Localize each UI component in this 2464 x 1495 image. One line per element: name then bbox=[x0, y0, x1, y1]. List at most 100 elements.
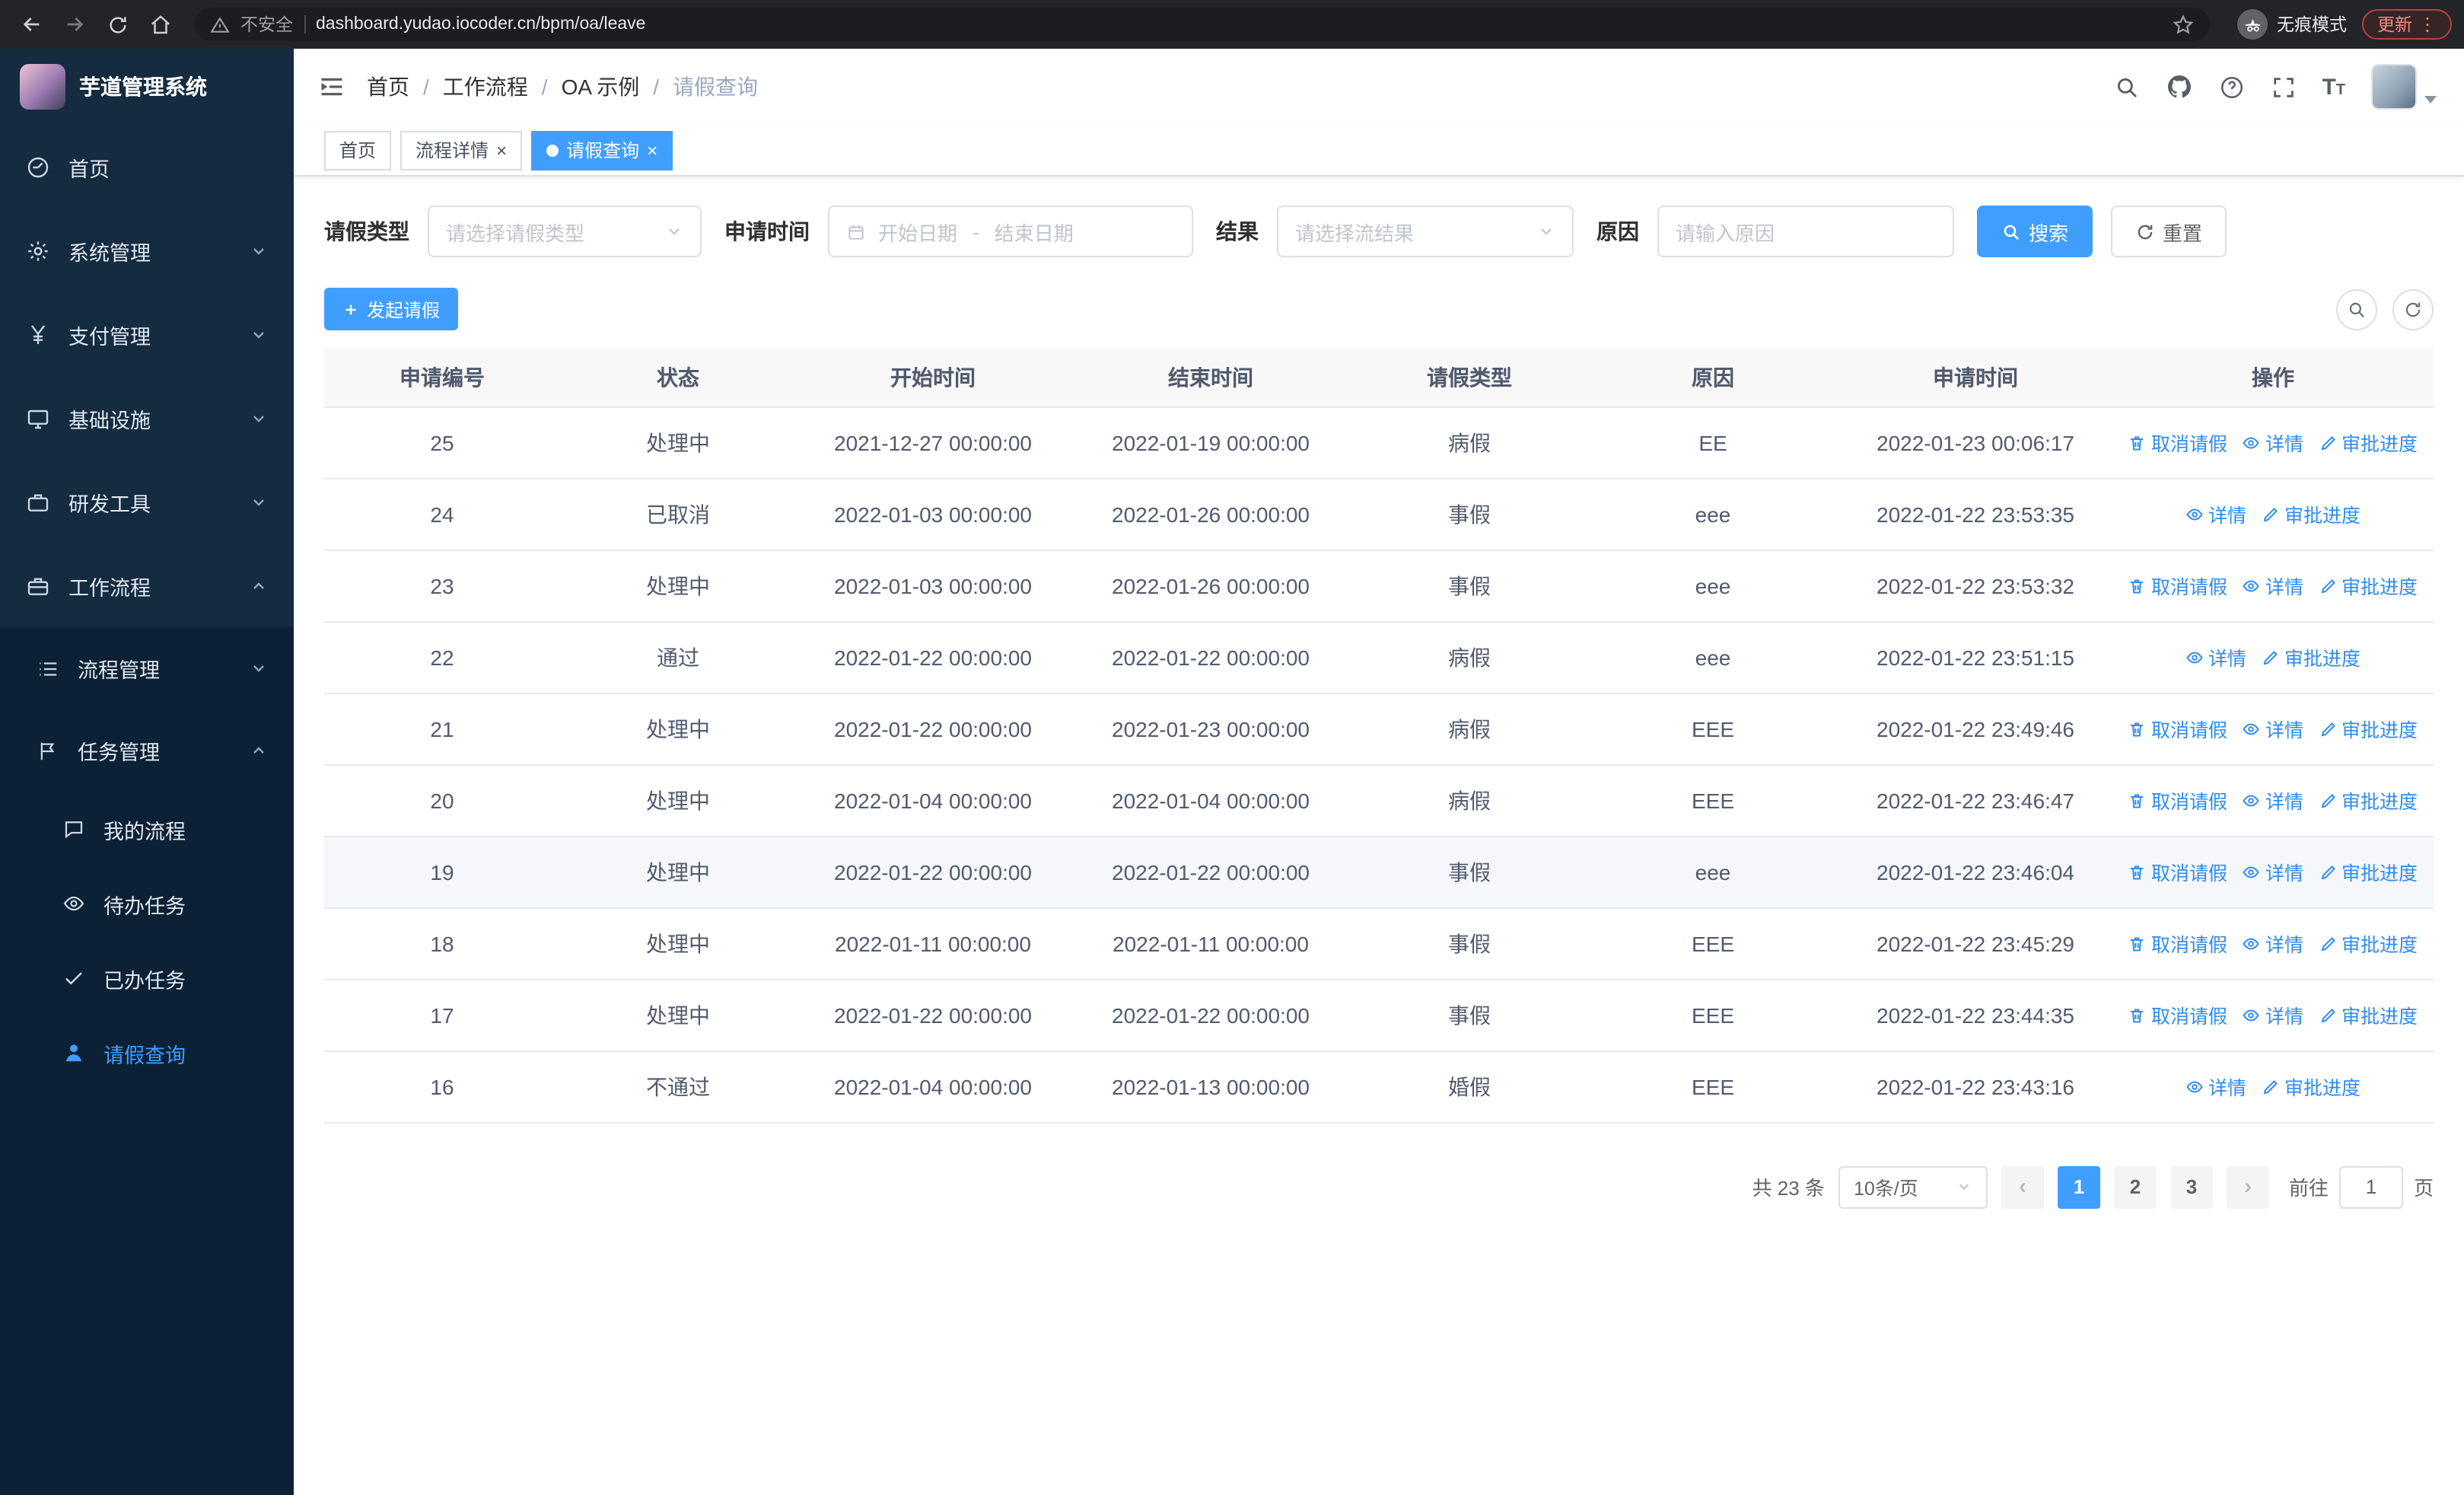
cell-applied: 2022-01-22 23:44:35 bbox=[1838, 979, 2112, 1051]
page-button-3[interactable]: 3 bbox=[2170, 1165, 2213, 1208]
goto-page-input[interactable] bbox=[2338, 1165, 2403, 1208]
progress-action-link[interactable]: 审批进度 bbox=[2319, 857, 2418, 886]
bookmark-star-icon[interactable] bbox=[2172, 13, 2195, 36]
cancel-action-link[interactable]: 取消请假 bbox=[2128, 929, 2227, 958]
reason-input[interactable]: 请输入原因 bbox=[1657, 206, 1954, 257]
sidebar-item-system[interactable]: 系统管理 bbox=[0, 209, 294, 292]
breadcrumb-item[interactable]: 首页 bbox=[367, 72, 409, 102]
cell-actions: 取消请假 详情 审批进度 bbox=[2112, 550, 2434, 622]
detail-action-link[interactable]: 详情 bbox=[2243, 714, 2303, 743]
cell-applied: 2022-01-22 23:45:29 bbox=[1838, 907, 2112, 980]
result-select[interactable]: 请选择流结果 bbox=[1277, 206, 1574, 257]
tab-leave-query[interactable]: 请假查询 × bbox=[531, 130, 673, 170]
cancel-action-link[interactable]: 取消请假 bbox=[2128, 1000, 2227, 1029]
detail-action-link[interactable]: 详情 bbox=[2243, 1000, 2303, 1029]
cell-end: 2022-01-22 00:00:00 bbox=[1070, 979, 1351, 1051]
progress-action-link[interactable]: 审批进度 bbox=[2319, 1000, 2418, 1029]
sidebar-item-todo-tasks[interactable]: 待办任务 bbox=[0, 866, 294, 941]
detail-action-link[interactable]: 详情 bbox=[2243, 929, 2303, 958]
progress-action-link[interactable]: 审批进度 bbox=[2262, 1072, 2361, 1101]
create-leave-button[interactable]: 发起请假 bbox=[324, 288, 459, 330]
github-icon[interactable] bbox=[2165, 73, 2192, 100]
cancel-action-link[interactable]: 取消请假 bbox=[2128, 571, 2227, 600]
close-icon[interactable]: × bbox=[496, 141, 507, 159]
end-date-placeholder[interactable]: 结束日期 bbox=[995, 217, 1074, 246]
cell-reason: EEE bbox=[1587, 907, 1838, 980]
cell-id: 18 bbox=[324, 907, 560, 980]
browser-menu-icon[interactable]: ⋮ bbox=[2418, 14, 2437, 35]
progress-action-link[interactable]: 审批进度 bbox=[2319, 428, 2418, 457]
browser-update-button[interactable]: 更新 ⋮ bbox=[2362, 9, 2452, 40]
page-button-2[interactable]: 2 bbox=[2113, 1165, 2157, 1208]
cell-applied: 2022-01-23 00:06:17 bbox=[1838, 406, 2112, 479]
page-size-select[interactable]: 10条/页 bbox=[1838, 1165, 1988, 1208]
progress-action-link[interactable]: 审批进度 bbox=[2319, 571, 2418, 600]
col-header-apply-time: 申请时间 bbox=[1838, 349, 2112, 407]
prev-page-button[interactable]: ‹ bbox=[2001, 1165, 2044, 1208]
sidebar-item-label: 基础设施 bbox=[68, 409, 151, 432]
browser-back-icon[interactable] bbox=[12, 5, 52, 44]
detail-action-link[interactable]: 详情 bbox=[2185, 642, 2246, 671]
search-button[interactable]: 搜索 bbox=[1977, 206, 2093, 257]
sidebar-item-payment[interactable]: 支付管理 bbox=[0, 292, 294, 376]
progress-action-link[interactable]: 审批进度 bbox=[2319, 714, 2418, 743]
user-icon bbox=[66, 1044, 81, 1062]
edit-icon bbox=[2320, 579, 2335, 593]
sidebar-item-my-processes[interactable]: 我的流程 bbox=[0, 792, 294, 866]
address-bar[interactable]: 不安全 dashboard.yudao.iocoder.cn/bpm/oa/le… bbox=[195, 8, 2210, 41]
sidebar-item-leave-query[interactable]: 请假查询 bbox=[0, 1015, 294, 1090]
reset-button[interactable]: 重置 bbox=[2111, 206, 2227, 257]
cell-status: 处理中 bbox=[560, 907, 796, 980]
refresh-table-button[interactable] bbox=[2392, 288, 2434, 330]
close-icon[interactable]: × bbox=[647, 141, 657, 159]
cancel-action-link[interactable]: 取消请假 bbox=[2128, 857, 2227, 886]
search-icon[interactable] bbox=[2113, 74, 2139, 100]
sidebar-item-workflow[interactable]: 工作流程 bbox=[0, 543, 294, 627]
start-date-placeholder[interactable]: 开始日期 bbox=[878, 217, 957, 246]
detail-action-link[interactable]: 详情 bbox=[2243, 857, 2303, 886]
breadcrumb-item: 工作流程 bbox=[442, 75, 528, 99]
next-page-button[interactable]: › bbox=[2226, 1165, 2269, 1208]
browser-reload-icon[interactable] bbox=[97, 5, 137, 44]
sidebar-collapse-icon[interactable] bbox=[318, 73, 345, 100]
sidebar-item-process-management[interactable]: 流程管理 bbox=[0, 627, 294, 709]
cancel-action-link[interactable]: 取消请假 bbox=[2128, 786, 2227, 814]
tab-process-detail[interactable]: 流程详情 × bbox=[400, 130, 523, 170]
avatar[interactable] bbox=[2371, 64, 2417, 110]
fullscreen-icon[interactable] bbox=[2270, 74, 2296, 100]
update-label[interactable]: 更新 bbox=[2377, 12, 2412, 37]
sidebar-item-task-management[interactable]: 任务管理 bbox=[0, 709, 294, 792]
apply-time-range-picker[interactable]: 开始日期 - 结束日期 bbox=[828, 206, 1193, 257]
security-label[interactable]: 不安全 bbox=[240, 12, 293, 37]
help-icon[interactable] bbox=[2218, 74, 2244, 100]
sidebar-item-devtools[interactable]: 研发工具 bbox=[0, 460, 294, 543]
progress-action-link[interactable]: 审批进度 bbox=[2262, 642, 2361, 671]
detail-action-link[interactable]: 详情 bbox=[2243, 571, 2303, 600]
cell-start: 2022-01-22 00:00:00 bbox=[796, 836, 1070, 908]
cancel-action-link[interactable]: 取消请假 bbox=[2128, 428, 2227, 457]
sidebar-item-home[interactable]: 首页 bbox=[0, 125, 294, 209]
progress-action-link[interactable]: 审批进度 bbox=[2319, 786, 2418, 814]
browser-forward-icon[interactable] bbox=[55, 5, 94, 44]
user-menu[interactable] bbox=[2371, 64, 2437, 110]
tab-home[interactable]: 首页 bbox=[324, 130, 392, 170]
sidebar-logo[interactable]: 芋道管理系统 bbox=[0, 49, 294, 125]
sidebar-item-done-tasks[interactable]: 已办任务 bbox=[0, 941, 294, 1015]
browser-home-icon[interactable] bbox=[140, 5, 180, 44]
detail-action-link[interactable]: 详情 bbox=[2243, 428, 2303, 457]
cancel-action-link[interactable]: 取消请假 bbox=[2128, 714, 2227, 743]
progress-action-link[interactable]: 审批进度 bbox=[2262, 499, 2361, 528]
progress-action-link[interactable]: 审批进度 bbox=[2319, 929, 2418, 958]
page-button-1[interactable]: 1 bbox=[2057, 1165, 2100, 1208]
detail-action-link[interactable]: 详情 bbox=[2185, 499, 2246, 528]
leave-type-select[interactable]: 请选择请假类型 bbox=[428, 206, 702, 257]
url-text[interactable]: dashboard.yudao.iocoder.cn/bpm/oa/leave bbox=[316, 15, 2161, 33]
input-placeholder: 请输入原因 bbox=[1676, 222, 1775, 244]
detail-action-link[interactable]: 详情 bbox=[2243, 786, 2303, 814]
cell-id: 20 bbox=[324, 764, 560, 837]
font-size-icon[interactable]: TT bbox=[2322, 75, 2345, 98]
toggle-search-button[interactable] bbox=[2336, 288, 2377, 330]
detail-action-link[interactable]: 详情 bbox=[2185, 1072, 2246, 1101]
briefcase-icon bbox=[27, 577, 49, 594]
sidebar-item-infrastructure[interactable]: 基础设施 bbox=[0, 376, 294, 460]
